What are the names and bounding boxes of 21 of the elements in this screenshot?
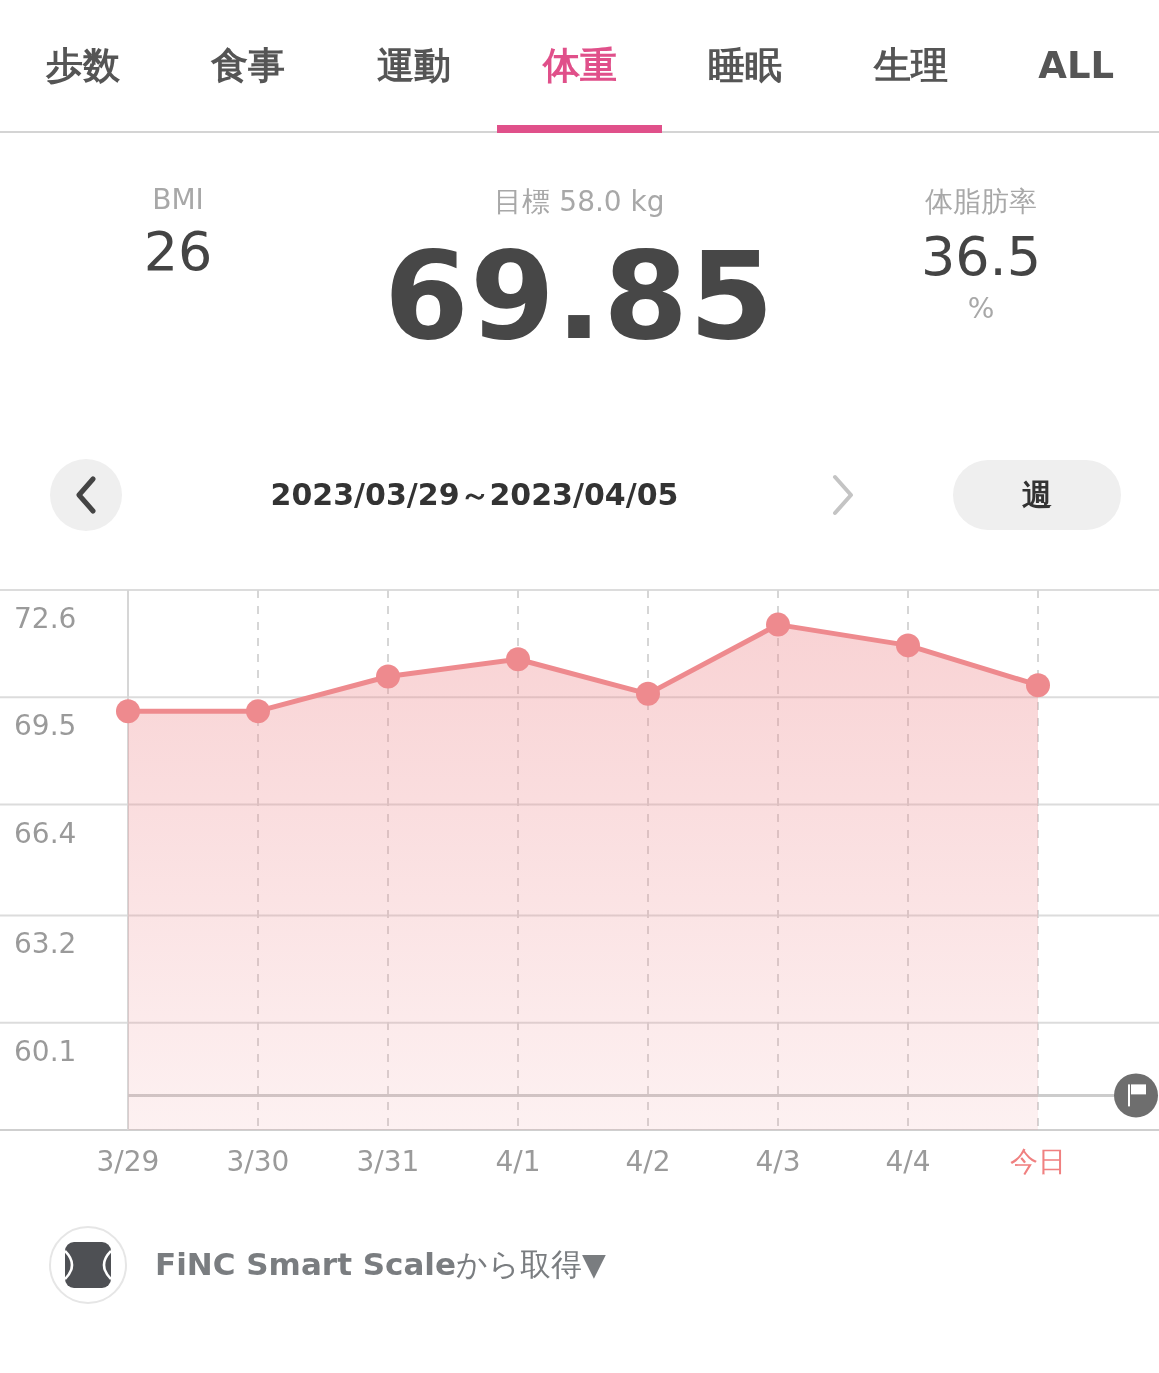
axis-label: 今日 xyxy=(1010,1145,1066,1178)
unit-label: % xyxy=(967,292,995,325)
axis-label: 63.2 xyxy=(14,927,77,961)
axis-label: 72.6 xyxy=(14,602,77,635)
axis-label: 3/29 xyxy=(96,1145,160,1178)
goal-weight: 目標 58.0 kg xyxy=(494,184,665,220)
axis-label: 4/4 xyxy=(885,1145,931,1178)
bmi-label: BMI xyxy=(152,183,204,216)
bmi-value: 26 xyxy=(143,220,213,283)
axis-label: 69.5 xyxy=(14,709,77,743)
axis-label: 66.4 xyxy=(14,816,77,850)
date-range: 2023/03/29～2023/04/05 xyxy=(269,475,680,514)
axis-label: 3/31 xyxy=(356,1145,420,1178)
body-fat-label: 体脂肪率 xyxy=(925,184,1037,220)
current-weight: 69.85 xyxy=(384,235,775,357)
axis-label: 60.1 xyxy=(14,1034,77,1068)
axis-label: 4/3 xyxy=(755,1145,801,1178)
axis-label: 4/2 xyxy=(625,1145,671,1178)
axis-label: 3/30 xyxy=(226,1145,290,1178)
axis-label: 4/1 xyxy=(495,1145,541,1178)
body-fat-value: 36.5 xyxy=(920,225,1042,288)
